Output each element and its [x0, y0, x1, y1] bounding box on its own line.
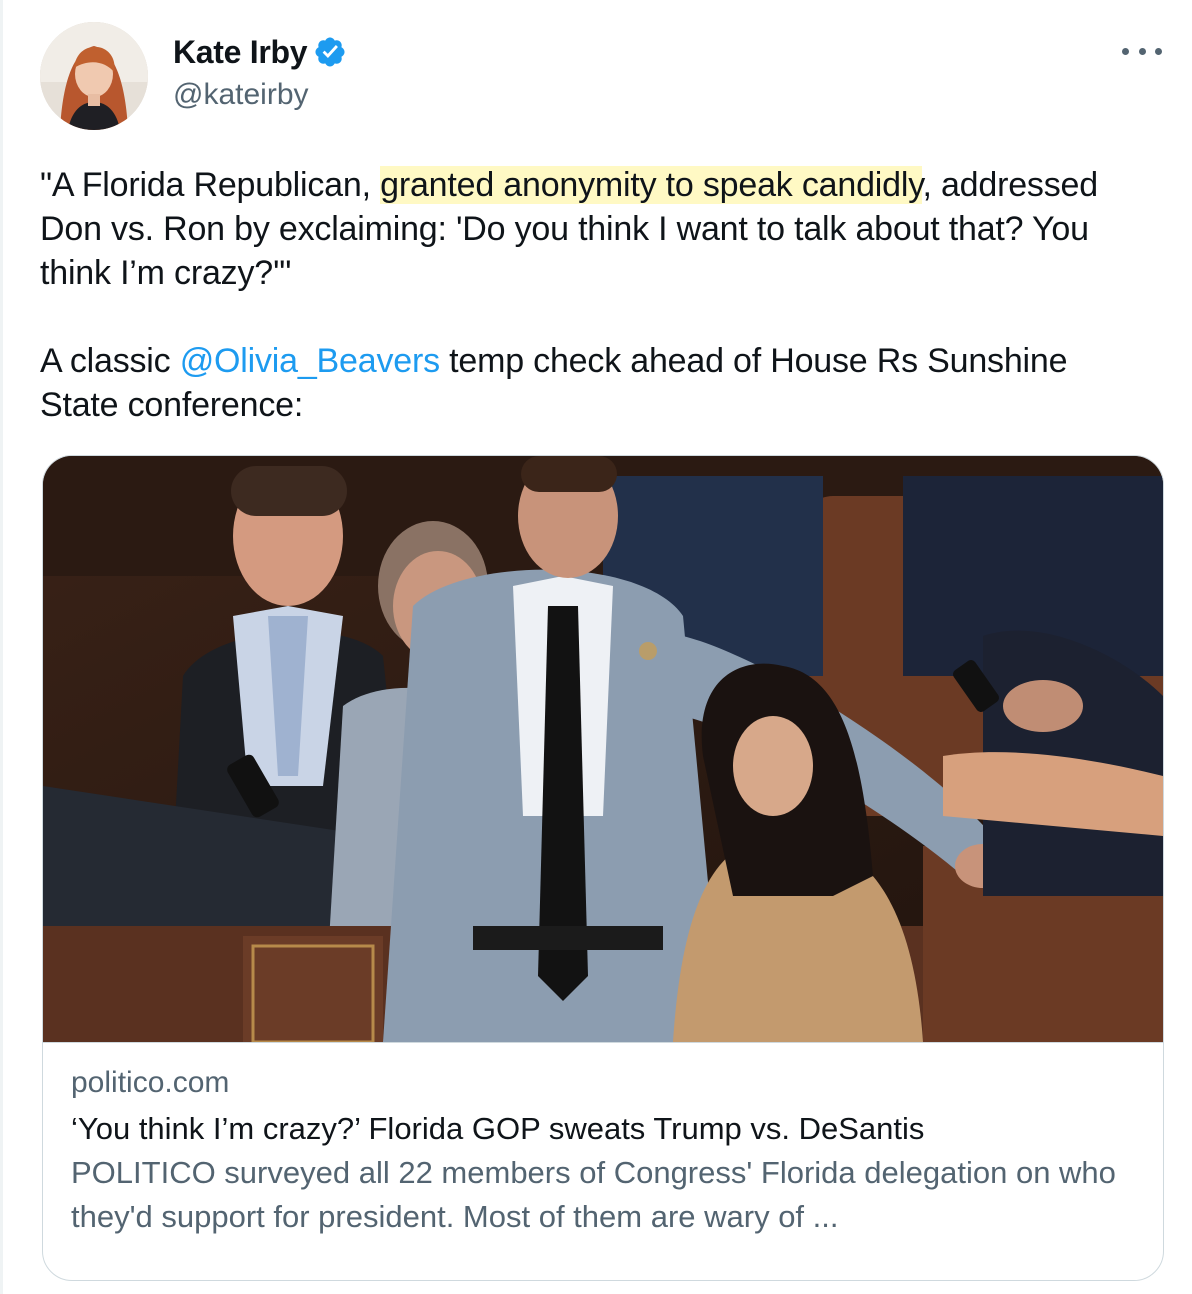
highlighted-text: granted anonymity to speak candidly — [380, 166, 923, 204]
card-title[interactable]: ‘You think I’m crazy?’ Florida GOP sweat… — [71, 1107, 1135, 1151]
more-dot-icon — [1122, 47, 1129, 55]
card-image[interactable] — [43, 456, 1163, 1043]
mention-link[interactable]: @Olivia_Beavers — [180, 342, 440, 380]
tweet-text: "A Florida Republican, granted anonymity… — [40, 163, 1150, 427]
tweet-paragraph-2: A classic @Olivia_Beavers temp check ahe… — [40, 339, 1150, 427]
card-domain: politico.com — [71, 1066, 230, 1099]
avatar-photo — [40, 22, 148, 130]
tweet-paragraph-1: "A Florida Republican, granted anonymity… — [40, 163, 1150, 295]
verified-badge-icon[interactable] — [313, 35, 347, 69]
more-dot-icon — [1138, 47, 1146, 55]
timeline-border — [0, 0, 3, 1294]
more-options-icon[interactable] — [1122, 36, 1162, 66]
more-dot-icon — [1155, 47, 1162, 55]
avatar[interactable] — [40, 22, 148, 130]
card-description: POLITICO surveyed all 22 members of Cong… — [71, 1155, 1116, 1234]
user-handle[interactable]: @kateirby — [173, 78, 347, 112]
card-meta: politico.com ‘You think I’m crazy?’ Flor… — [43, 1043, 1163, 1239]
display-name[interactable]: Kate Irby — [173, 34, 308, 71]
author-block: Kate Irby @kateirby — [173, 30, 347, 112]
paragraph-2-start: A classic — [40, 342, 180, 380]
quote-text-start: "A Florida Republican, — [40, 166, 381, 204]
link-preview-card[interactable]: politico.com ‘You think I’m crazy?’ Flor… — [42, 455, 1164, 1281]
